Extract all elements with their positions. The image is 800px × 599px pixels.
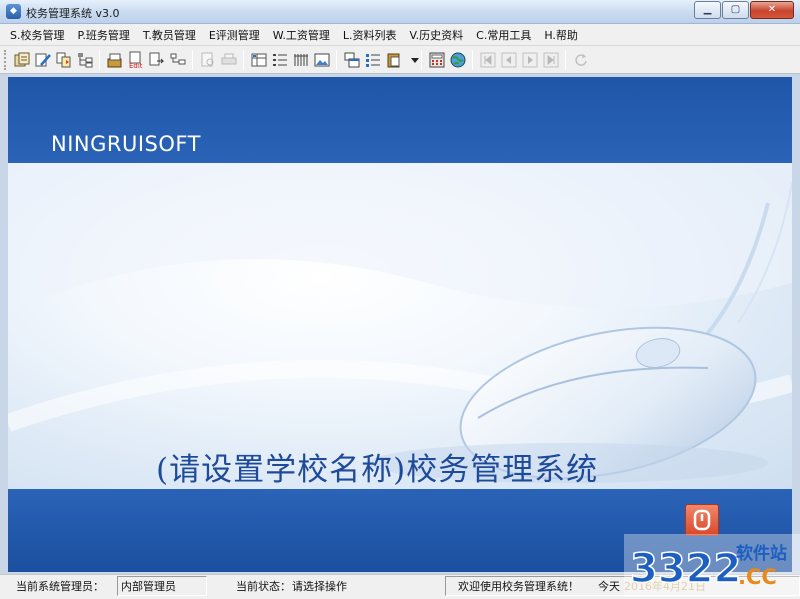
watermark-brand: 3322 [630,546,741,592]
bullet-list-icon[interactable] [364,51,382,69]
menu-teacher[interactable]: T.教员管理 [143,27,196,43]
toolbar-separator [243,49,244,70]
calculator-icon[interactable] [428,51,446,69]
mouse-illustration [8,163,792,483]
background-image [8,163,792,489]
menu-school[interactable]: S.校务管理 [10,27,64,43]
school-title: (请设置学校名称)校务管理系统 [156,452,599,488]
tree-icon[interactable] [76,51,94,69]
today-label: 今天 [598,580,620,593]
menu-salary[interactable]: W.工资管理 [273,27,330,43]
menu-help[interactable]: H.帮助 [544,27,578,43]
globe-icon[interactable] [449,51,467,69]
print-icon[interactable] [220,51,238,69]
dropdown-arrow-icon[interactable] [406,51,419,69]
menu-bar: S.校务管理 P.班务管理 T.教员管理 E评测管理 W.工资管理 L.资料列表… [0,24,800,46]
first-record-icon[interactable] [479,51,497,69]
app-icon: ◆ [6,4,21,19]
toolbar-separator [472,49,473,70]
maximize-button[interactable]: ▢ [722,1,749,19]
copy-icon[interactable] [55,51,73,69]
next-record-icon[interactable] [521,51,539,69]
watermark-logo: 3322 软件站 .CC [624,532,800,599]
menu-history[interactable]: V.历史资料 [410,27,464,43]
menu-evaluation[interactable]: E评测管理 [209,27,260,43]
menu-tools[interactable]: C.常用工具 [476,27,531,43]
power-icon [693,509,711,531]
users-icon[interactable] [13,51,31,69]
windows-icon[interactable] [343,51,361,69]
svg-text:Edit: Edit [129,62,143,69]
preview-icon[interactable] [199,51,217,69]
welcome-text: 欢迎使用校务管理系统！ [458,580,579,593]
edit-pen-icon[interactable] [34,51,52,69]
clipboard-icon[interactable] [385,51,403,69]
prev-record-icon[interactable] [500,51,518,69]
admin-label: 当前系统管理员： [16,580,104,593]
toolbar-separator [192,49,193,70]
close-button[interactable]: ✕ [750,1,794,19]
table-icon[interactable] [250,51,268,69]
stack-icon[interactable] [106,51,124,69]
window-controls: ▁ ▢ ✕ [693,1,794,19]
state-label: 当前状态： [236,580,291,593]
list-icon[interactable] [271,51,289,69]
hierarchy-icon[interactable] [169,51,187,69]
toolbar-separator [565,49,566,70]
last-record-icon[interactable] [542,51,560,69]
state-value: 请选择操作 [292,580,347,593]
minimize-button[interactable]: ▁ [694,1,721,19]
watermark-suffix: .CC [738,565,777,589]
edit-doc-icon[interactable]: Edit [127,51,145,69]
refresh-icon[interactable] [572,51,590,69]
watermark-tagline: 软件站 [736,543,787,564]
toolbar-separator [99,49,100,70]
toolbar-grip[interactable] [4,49,7,70]
toolbar-separator [336,49,337,70]
brand-logo-text: NINGRUISOFT [51,132,201,156]
document-arrow-icon[interactable] [148,51,166,69]
window-title: 校务管理系统 v3.0 [26,7,120,20]
menu-list[interactable]: L.资料列表 [343,27,397,43]
splash-panel: NINGRUISOFT (请设置学校名称)校务管理系统 [8,77,792,572]
admin-value: 内部管理员 [121,580,176,593]
columns-icon[interactable] [292,51,310,69]
image-icon[interactable] [313,51,331,69]
toolbar: Edit [0,46,800,74]
title-bar: ◆ 校务管理系统 v3.0 ▁ ▢ ✕ [0,0,800,24]
menu-class[interactable]: P.班务管理 [77,27,129,43]
